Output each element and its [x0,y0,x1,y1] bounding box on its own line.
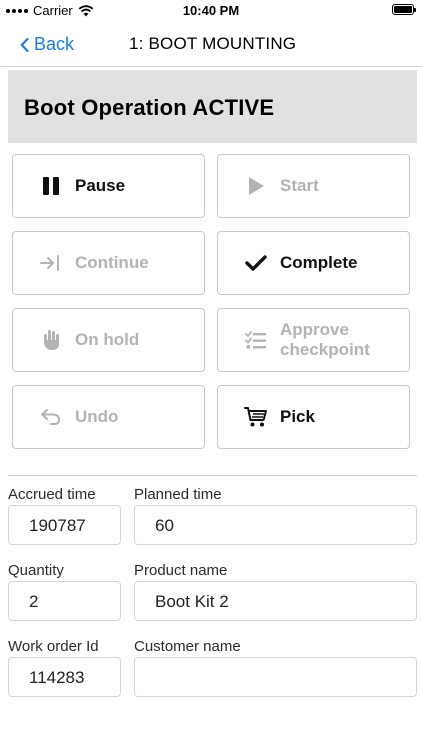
back-label: Back [34,34,75,54]
pause-icon [39,174,63,198]
start-label: Start [280,176,319,195]
quantity-field[interactable]: 2 [8,581,121,621]
checklist-icon [244,328,268,352]
undo-label: Undo [75,407,119,426]
product-name-field[interactable]: Boot Kit 2 [134,581,417,621]
on-hold-button[interactable]: On hold [12,308,205,372]
continue-label: Continue [75,253,149,272]
customer-name-label: Customer name [134,638,241,655]
approve-checkpoint-button[interactable]: Approve checkpoint [217,308,410,372]
pick-button[interactable]: Pick [217,385,410,449]
start-button[interactable]: Start [217,154,410,218]
operation-header: Boot Operation ACTIVE [8,70,417,143]
chevron-left-icon [20,37,29,52]
planned-time-label: Planned time [134,486,222,503]
accrued-time-label: Accrued time [8,486,96,503]
planned-time-field[interactable]: 60 [134,505,417,545]
quantity-label: Quantity [8,562,64,579]
hand-icon [39,328,63,352]
work-order-id-label: Work order Id [8,638,99,655]
pause-label: Pause [75,176,126,195]
undo-button[interactable]: Undo [12,385,205,449]
customer-name-field[interactable] [134,657,417,697]
continue-button[interactable]: Continue [12,231,205,295]
product-name-label: Product name [134,562,228,579]
battery-icon [392,4,416,15]
step-forward-icon [39,251,63,275]
pick-label: Pick [280,407,315,426]
play-icon [244,174,268,198]
back-button[interactable]: Back [20,34,74,55]
navigation-bar: Back 1: BOOT MOUNTING [0,22,422,67]
pause-button[interactable]: Pause [12,154,205,218]
complete-button[interactable]: Complete [217,231,410,295]
on-hold-label: On hold [75,330,140,349]
undo-icon [39,405,63,429]
approve-checkpoint-label: Approve checkpoint [280,320,370,360]
nav-title: 1: BOOT MOUNTING [129,34,297,53]
checkmark-icon [244,251,268,275]
approve-label-line1: Approve [280,320,349,339]
cart-icon [244,405,268,429]
complete-label: Complete [280,253,358,272]
status-bar: Carrier 10:40 PM [0,0,422,22]
approve-label-line2: checkpoint [280,340,370,359]
section-divider [8,475,417,476]
status-time: 10:40 PM [182,3,240,18]
accrued-time-field[interactable]: 190787 [8,505,121,545]
work-order-id-field[interactable]: 114283 [8,657,121,697]
operation-title: Boot Operation ACTIVE [24,95,275,120]
